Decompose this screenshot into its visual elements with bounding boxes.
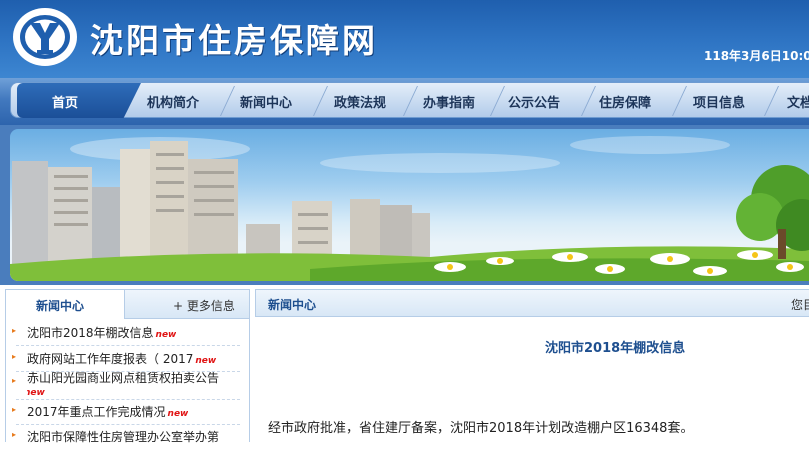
news-item-text[interactable]: 赤山阳光园商业网点租赁权拍卖公告new — [27, 372, 219, 400]
nav-home-active-bg — [17, 83, 141, 118]
banner-frame — [0, 125, 809, 285]
nav-separator — [474, 86, 505, 116]
main-content: 新闻中心 您目 沈阳市2018年棚改信息 经市政府批准，省住建厅备案，沈阳市20… — [255, 289, 809, 442]
sidebar-news-panel: 新闻中心 + 更多信息 ▸ 沈阳市2018年棚改信息 new ▸ 政府网站工作年度… — [5, 289, 250, 444]
main-navigation: 首页 机构简介 新闻中心 政策法规 办事指南 公示公告 住房保障 项目信息 文档 — [0, 78, 809, 125]
banner-image — [10, 129, 809, 281]
news-item-text[interactable]: 2017年重点工作完成情况 new — [27, 403, 188, 420]
datetime-display: 118年3月6日10:01: — [704, 49, 809, 63]
nav-item-notices[interactable]: 公示公告 — [508, 92, 560, 111]
more-info-link[interactable]: + 更多信息 — [173, 297, 235, 314]
nav-item-policy[interactable]: 政策法规 — [334, 92, 386, 111]
news-item-text[interactable]: 沈阳市2018年棚改信息 new — [27, 324, 176, 341]
nav-item-home[interactable]: 首页 — [52, 92, 78, 111]
site-title: 沈阳市住房保障网 — [90, 21, 378, 60]
main-header: 新闻中心 您目 — [255, 289, 809, 317]
nav-separator — [748, 86, 779, 116]
sidebar-tab-news[interactable]: 新闻中心 — [6, 290, 125, 319]
nav-item-docs[interactable]: 文档 — [787, 92, 809, 111]
news-list-item[interactable]: ▸ 沈阳市2018年棚改信息 new — [10, 320, 246, 346]
nav-bar-inner: 首页 机构简介 新闻中心 政策法规 办事指南 公示公告 住房保障 项目信息 文档 — [10, 82, 809, 118]
sidebar-header: 新闻中心 + 更多信息 — [6, 290, 249, 319]
logo-icon[interactable] — [11, 6, 79, 68]
bullet-arrow-icon: ▸ — [12, 376, 17, 385]
new-badge: new — [195, 356, 217, 366]
new-badge: new — [27, 388, 45, 398]
banner-illustration — [10, 136, 809, 281]
bullet-arrow-icon: ▸ — [12, 326, 17, 335]
nav-item-about[interactable]: 机构简介 — [147, 92, 199, 111]
news-list-item[interactable]: ▸ 沈阳市保障性住房管理办公室举办第 — [10, 424, 246, 450]
news-list-item[interactable]: ▸ 赤山阳光园商业网点租赁权拍卖公告new — [10, 370, 246, 400]
nav-separator — [297, 86, 328, 116]
nav-separator — [387, 86, 418, 116]
new-badge: new — [155, 330, 177, 340]
news-list-item[interactable]: ▸ 2017年重点工作完成情况 new — [10, 399, 246, 425]
nav-separator — [656, 86, 687, 116]
tree-illustration — [736, 165, 809, 259]
news-item-text[interactable]: 政府网站工作年度报表（ 2017 new — [27, 350, 216, 367]
new-badge: new — [167, 409, 189, 419]
article-body: 经市政府批准，省住建厅备案，沈阳市2018年计划改造棚户区16348套。 — [268, 421, 694, 436]
bullet-arrow-icon: ▸ — [12, 352, 17, 361]
nav-item-news[interactable]: 新闻中心 — [240, 92, 292, 111]
nav-separator — [204, 86, 235, 116]
news-list-item[interactable]: ▸ 政府网站工作年度报表（ 2017 new — [10, 346, 246, 372]
bullet-arrow-icon: ▸ — [12, 405, 17, 414]
bullet-arrow-icon: ▸ — [12, 430, 17, 439]
nav-item-housing[interactable]: 住房保障 — [599, 92, 651, 111]
nav-item-guide[interactable]: 办事指南 — [423, 92, 475, 111]
nav-item-projects[interactable]: 项目信息 — [693, 92, 745, 111]
main-header-title: 新闻中心 — [268, 298, 317, 312]
site-header: 沈阳市住房保障网 118年3月6日10:01: — [0, 0, 809, 78]
news-item-text[interactable]: 沈阳市保障性住房管理办公室举办第 — [27, 428, 219, 445]
breadcrumb-location: 您目 — [791, 298, 809, 312]
sidebar-title: 新闻中心 — [36, 299, 85, 313]
article-title: 沈阳市2018年棚改信息 — [545, 341, 686, 356]
nav-separator — [565, 86, 596, 116]
